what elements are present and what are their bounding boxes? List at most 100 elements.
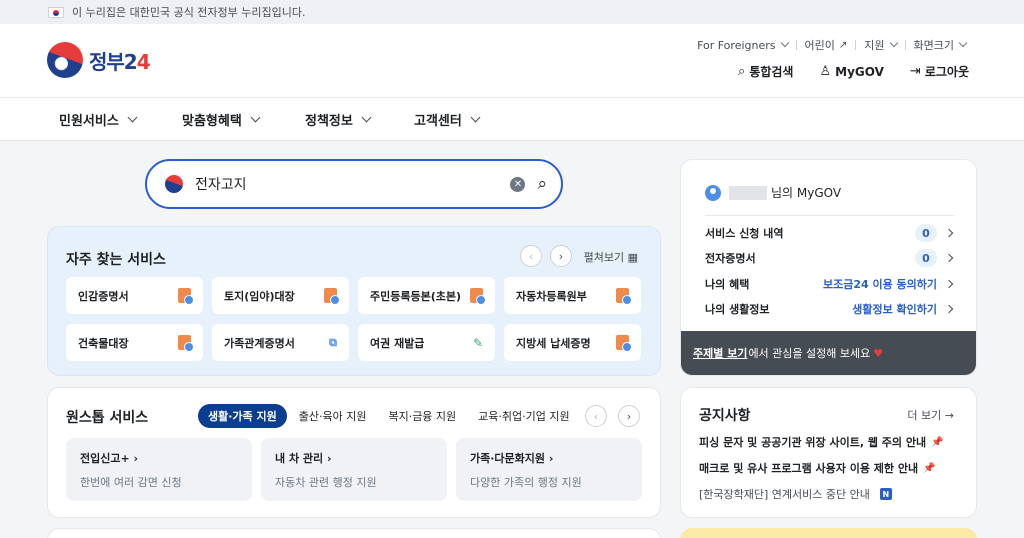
onestop-card[interactable]: 가족·다문화지원 › 다양한 가족의 행정 지원 (456, 438, 642, 501)
document-icon (178, 288, 194, 305)
chevron-down-icon (780, 38, 789, 48)
utility-links: For Foreigners 어린이 ↗ 지원 화면크기 (689, 37, 974, 53)
for-foreigners-link[interactable]: For Foreigners (689, 39, 795, 52)
prev-arrow-icon[interactable]: ‹ (585, 405, 607, 427)
notice-more-link[interactable]: 더 보기 → (907, 407, 954, 423)
pin-icon: 📌 (923, 462, 936, 474)
chevron-down-icon (889, 38, 898, 48)
service-item[interactable]: 여권 재발급 ✎ (358, 324, 495, 361)
screen-size-link[interactable]: 화면크기 (906, 37, 974, 53)
logout-button[interactable]: ⇥ 로그아웃 (910, 63, 969, 80)
notice-item[interactable]: [한국장학재단] 연계서비스 중단 안내 N (699, 486, 892, 502)
search-icon: ⌕ (738, 64, 746, 79)
notice-item[interactable]: 매크로 및 유사 프로그램 사용자 이용 제한 안내 📌 (699, 460, 936, 476)
life-info-link[interactable]: 생활정보 확인하기 (852, 301, 937, 317)
integrated-search-button[interactable]: ⌕ 통합검색 (738, 63, 793, 80)
onestop-card[interactable]: 전입신고+ › 한번에 여러 감면 신청 (66, 438, 252, 501)
search-input[interactable]: 전자고지 (195, 174, 510, 194)
clear-icon[interactable]: ✕ (510, 176, 526, 192)
korea-flag-icon (48, 6, 64, 18)
gov-banner: 이 누리집은 대한민국 공식 전자정부 누리집입니다. (0, 0, 1024, 24)
notice-title: 공지사항 (699, 408, 751, 424)
document-icon (470, 288, 486, 305)
masked-username (729, 185, 767, 200)
heart-icon: ♥ (873, 346, 884, 360)
logo-text: 정부24 (89, 49, 151, 74)
service-item[interactable]: 자동차등록원부 (504, 277, 641, 314)
topic-view-link[interactable]: 주제별 보기 (693, 345, 747, 361)
onestop-title: 원스톱 서비스 (66, 410, 149, 426)
onestop-services-panel: 원스톱 서비스 생활·가족 지원 출산·육아 지원 복지·금융 지원 교육·취업… (47, 387, 661, 518)
user-actions: ⌕ 통합검색 ♙ MyGOV ⇥ 로그아웃 (712, 63, 969, 80)
notice-panel: 공지사항 더 보기 → 피싱 문자 및 공공기관 위장 사이트, 웹 주의 안내… (680, 387, 977, 518)
next-arrow-icon[interactable]: › (550, 245, 572, 267)
main-nav: 민원서비스 맞춤형혜택 정책정보 고객센터 (0, 97, 1024, 141)
promo-panel-edge (680, 528, 977, 538)
pin-icon: 📌 (931, 436, 944, 448)
subsidy-consent-link[interactable]: 보조금24 이용 동의하기 (823, 276, 937, 292)
prev-arrow-icon[interactable]: ‹ (520, 245, 542, 267)
logout-icon: ⇥ (909, 64, 921, 79)
user-icon: ♙ (819, 64, 832, 79)
service-item[interactable]: 주민등록등본(초본) (358, 277, 495, 314)
onestop-card[interactable]: 내 차 관리 › 자동차 관련 행정 지원 (261, 438, 447, 501)
chevron-right-icon (944, 279, 954, 289)
mygov-panel: 님의 MyGOV 서비스 신청 내역 0 전자증명서 0 나의 혜택 보조금24… (680, 159, 977, 376)
external-link-icon: ⧉ (329, 335, 337, 349)
gov-banner-text: 이 누리집은 대한민국 공식 전자정부 누리집입니다. (72, 6, 306, 19)
chevron-down-icon (470, 112, 481, 123)
frequent-services-title: 자주 찾는 서비스 (66, 252, 166, 268)
nav-customer-center[interactable]: 고객센터 (414, 110, 481, 129)
taegeuk-logo-icon (165, 175, 183, 193)
chevron-right-icon: › (548, 452, 554, 465)
document-icon (324, 288, 340, 305)
service-item[interactable]: 지방세 납세증명 (504, 324, 641, 361)
count-badge: 0 (915, 249, 937, 267)
support-link[interactable]: 지원 (856, 37, 904, 53)
tab-birth-childcare[interactable]: 출산·육아 지원 (289, 404, 377, 428)
search-bar: 전자고지 ✕ ⌕ (145, 159, 563, 209)
chevron-right-icon: › (326, 452, 332, 465)
pencil-icon: ✎ (472, 335, 483, 350)
count-badge: 0 (915, 224, 937, 242)
mygov-button[interactable]: ♙ MyGOV (819, 64, 883, 79)
avatar-icon (705, 184, 721, 201)
expand-all-button[interactable]: 펼쳐보기 ▦ (584, 249, 638, 265)
topic-interest-banner[interactable]: 주제별 보기 에서 관심을 설정해 보세요 ♥ (681, 331, 976, 375)
mygov-row-e-certificates[interactable]: 전자증명서 0 (705, 249, 954, 267)
document-icon (616, 335, 632, 352)
service-item[interactable]: 가족관계증명서 ⧉ (212, 324, 349, 361)
site-logo[interactable]: 정부24 (47, 42, 151, 78)
onestop-cards: 전입신고+ › 한번에 여러 감면 신청 내 차 관리 › 자동차 관련 행정 … (66, 438, 651, 501)
chevron-right-icon (944, 228, 954, 238)
nav-civil-service[interactable]: 민원서비스 (59, 110, 138, 129)
nav-custom-benefits[interactable]: 맞춤형혜택 (182, 110, 261, 129)
header: 정부24 For Foreigners 어린이 ↗ 지원 화면크기 ⌕ 통합검색 ♙… (0, 24, 1024, 97)
chevron-right-icon (944, 253, 954, 263)
mygov-greeting: 님의 MyGOV (705, 184, 841, 201)
chevron-down-icon (250, 112, 261, 123)
chevron-right-icon: › (133, 452, 139, 465)
onestop-tabs: 생활·가족 지원 출산·육아 지원 복지·금융 지원 교육·취업·기업 지원 (198, 404, 582, 428)
tab-education-jobs[interactable]: 교육·취업·기업 지원 (468, 404, 579, 428)
mygov-row-benefits[interactable]: 나의 혜택 보조금24 이용 동의하기 (705, 276, 954, 292)
document-icon (616, 288, 632, 305)
kids-link[interactable]: 어린이 ↗ (797, 37, 856, 53)
service-item[interactable]: 토지(임야)대장 (212, 277, 349, 314)
search-icon[interactable]: ⌕ (537, 174, 547, 194)
chevron-down-icon (361, 112, 372, 123)
new-badge-icon: N (879, 488, 892, 500)
mygov-row-applications[interactable]: 서비스 신청 내역 0 (705, 224, 954, 242)
mygov-row-life-info[interactable]: 나의 생활정보 생활정보 확인하기 (705, 301, 954, 317)
grid-icon: ▦ (627, 251, 638, 264)
next-panel-edge (47, 528, 661, 538)
nav-policy-info[interactable]: 정책정보 (305, 110, 372, 129)
service-item[interactable]: 건축물대장 (66, 324, 203, 361)
tab-welfare-finance[interactable]: 복지·금융 지원 (378, 404, 466, 428)
taegeuk-logo-icon (47, 42, 83, 78)
tab-life-family[interactable]: 생활·가족 지원 (198, 404, 287, 428)
service-item[interactable]: 인감증명서 (66, 277, 203, 314)
next-arrow-icon[interactable]: › (618, 405, 640, 427)
notice-item[interactable]: 피싱 문자 및 공공기관 위장 사이트, 웹 주의 안내 📌 (699, 434, 944, 450)
external-link-icon: ↗ (838, 39, 848, 51)
